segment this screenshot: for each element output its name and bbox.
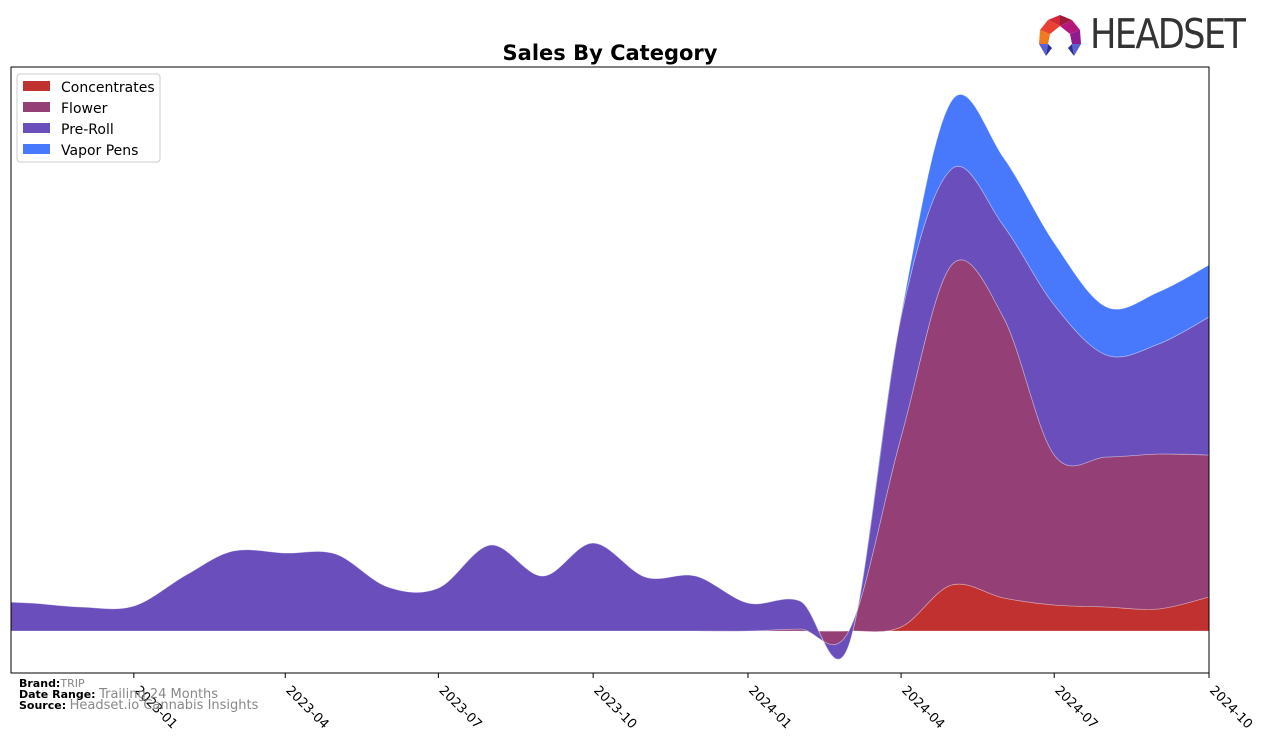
x-tick-label: 2024-04 — [898, 683, 947, 732]
footer-source: Source: Headset.io Cannabis Insights — [19, 698, 259, 713]
x-tick-label: 2024-07 — [1051, 683, 1100, 732]
legend-label-flower: Flower — [61, 101, 108, 117]
footer-source-value: Headset.io Cannabis Insights — [69, 698, 259, 713]
legend-label-vapor-pens: Vapor Pens — [61, 143, 138, 159]
sales-by-category-chart: Sales By Category 2023-01 2023-04 2023-07 2… — [10, 41, 1255, 732]
x-axis: 2023-01 2023-04 2023-07 2023-10 2024-01 2024-… — [131, 673, 1255, 732]
chart-title: Sales By Category — [503, 41, 718, 65]
headset-logo: HEADSET — [1036, 10, 1264, 62]
legend-swatch-pre-roll — [23, 123, 50, 133]
headset-logo-icon — [1039, 15, 1081, 56]
x-tick-label: 2023-07 — [436, 683, 485, 732]
legend-swatch-flower — [23, 102, 50, 112]
x-tick-label: 2024-01 — [745, 683, 794, 732]
legend-swatch-concentrates — [23, 81, 50, 91]
x-tick-label: 2024-10 — [1206, 683, 1255, 732]
area-series-group — [11, 94, 1209, 660]
legend-swatch-vapor-pens — [23, 144, 50, 154]
headset-logo-text: HEADSET — [1090, 10, 1246, 58]
chart-footer: Brand:TRIP Date Range: Trailing 24 Month… — [19, 678, 259, 713]
legend: Concentrates Flower Pre-Roll Vapor Pens — [16, 73, 161, 163]
legend-label-pre-roll: Pre-Roll — [61, 122, 114, 138]
footer-source-key: Source: — [19, 699, 67, 712]
x-tick-label: 2023-10 — [590, 683, 639, 732]
x-tick-label: 2023-04 — [282, 683, 331, 732]
legend-label-concentrates: Concentrates — [61, 80, 155, 96]
